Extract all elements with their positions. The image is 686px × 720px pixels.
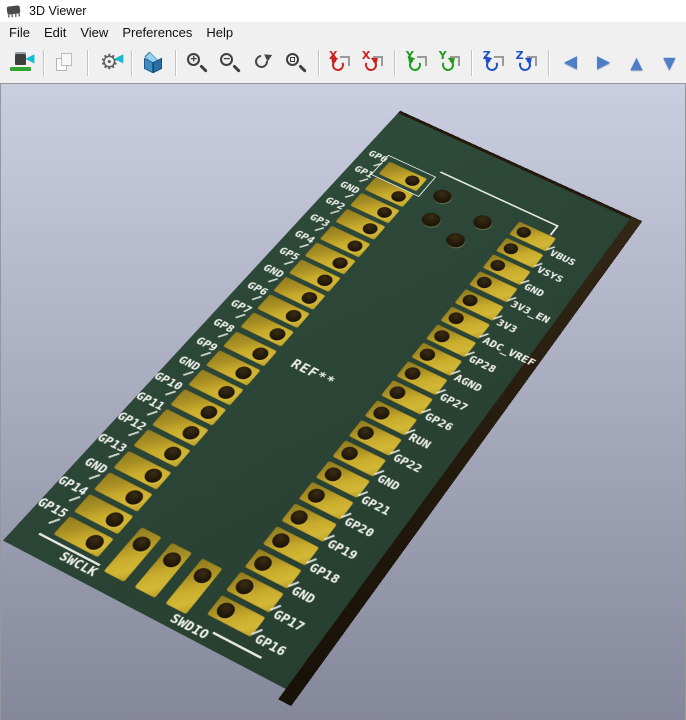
menu-file[interactable]: File	[2, 23, 37, 42]
zoom-fit-icon	[284, 51, 308, 75]
toolbar-button-pan-up[interactable]	[621, 47, 652, 79]
silk-label-vsys: VSYS	[534, 265, 566, 286]
orthographic-cube-icon	[141, 51, 165, 75]
reference-text: REF**	[279, 354, 346, 394]
toolbar-button-zoom-out[interactable]	[215, 47, 246, 79]
pan-down-icon	[657, 51, 681, 75]
silk-label-gnd: GND	[374, 472, 403, 494]
rotate-x-cw-icon	[361, 51, 385, 75]
rotate-x-ccw-icon	[328, 51, 352, 75]
pcb-board: GP0GP1GNDGP2GP3GP4GP5GNDGP6GP7GP8GP9GNDG…	[3, 113, 630, 689]
toolbar-separator	[548, 50, 549, 76]
rotate-z-cw-icon	[515, 51, 539, 75]
mounting-hole-4	[443, 231, 469, 250]
toolbar-separator	[87, 50, 88, 76]
silkscreen-line-top	[440, 171, 559, 226]
toolbar-button-rotate-z-ccw[interactable]	[478, 47, 509, 79]
silk-label-gp19: GP19	[323, 537, 360, 564]
rotate-y-ccw-icon	[405, 51, 429, 75]
silk-label-gp28: GP28	[465, 353, 498, 376]
toolbar-button-pan-down[interactable]	[654, 47, 685, 79]
3d-viewport[interactable]: GP0GP1GNDGP2GP3GP4GP5GNDGP6GP7GP8GP9GNDG…	[0, 83, 686, 720]
silk-label-gp11: GP11	[132, 390, 168, 414]
toolbar-button-rotate-y-cw[interactable]	[434, 47, 465, 79]
pan-left-icon	[559, 51, 583, 75]
silk-label-gnd: GND	[521, 282, 547, 300]
toolbar-button-pan-right[interactable]	[588, 47, 619, 79]
zoom-out-icon	[218, 51, 242, 75]
toolbar-separator	[175, 50, 176, 76]
toolbar-button-zoom-in[interactable]	[182, 47, 213, 79]
pan-up-icon	[624, 51, 648, 75]
silk-label-gp27: GP27	[436, 391, 470, 415]
menu-edit[interactable]: Edit	[37, 23, 73, 42]
silk-label-gp10: GP10	[150, 370, 186, 394]
3d-viewer-window: 3D Viewer File Edit View Preferences Hel…	[0, 0, 686, 720]
rotate-z-ccw-icon	[482, 51, 506, 75]
mounting-hole-3	[470, 213, 495, 232]
toolbar-button-render-options[interactable]	[94, 47, 125, 79]
toolbar-button-pan-left[interactable]	[555, 47, 586, 79]
toolbar-separator	[471, 50, 472, 76]
silk-label-gp13: GP13	[93, 430, 130, 455]
toolbar-button-zoom-fit[interactable]	[281, 47, 312, 79]
silk-label-vbus: VBUS	[547, 248, 578, 269]
toolbar-separator	[394, 50, 395, 76]
silk-label-gp18: GP18	[306, 560, 344, 587]
menu-view[interactable]: View	[73, 23, 115, 42]
copy-image-icon	[53, 51, 77, 75]
board-edge-right	[278, 216, 642, 706]
mounting-hole-2	[418, 210, 444, 229]
menu-preferences[interactable]: Preferences	[115, 23, 199, 42]
toolbar-separator	[318, 50, 319, 76]
toolbar-button-rotate-y-ccw[interactable]	[401, 47, 432, 79]
board-edge-top	[398, 111, 633, 220]
chip-icon-legs	[8, 13, 20, 17]
app-icon	[6, 4, 22, 18]
toolbar-separator	[43, 50, 44, 76]
silk-label-gnd: GND	[288, 583, 319, 607]
toolbar-button-orthographic-cube[interactable]	[138, 47, 169, 79]
silk-label-gp26: GP26	[421, 411, 456, 435]
toolbar-button-rotate-z-cw[interactable]	[511, 47, 542, 79]
silk-label-gp14: GP14	[54, 473, 92, 499]
menu-bar: File Edit View Preferences Help	[0, 22, 686, 42]
silk-label-swdio: SWDIO	[166, 611, 213, 643]
toolbar-button-redraw[interactable]	[248, 47, 279, 79]
silk-label-run: RUN	[405, 431, 433, 452]
toolbar-separator	[131, 50, 132, 76]
rotate-y-cw-icon	[438, 51, 462, 75]
title-bar: 3D Viewer	[0, 0, 686, 22]
mounting-hole-1	[430, 187, 455, 206]
pan-right-icon	[592, 51, 616, 75]
zoom-in-icon	[185, 51, 209, 75]
window-title: 3D Viewer	[29, 4, 86, 18]
silk-label-gp12: GP12	[113, 410, 150, 435]
silk-label-gp20: GP20	[340, 515, 377, 541]
redraw-icon	[251, 51, 275, 75]
silk-label-3v3: 3V3	[494, 317, 520, 336]
silk-label-gp22: GP22	[390, 451, 425, 476]
silk-label-gp21: GP21	[357, 493, 393, 519]
render-options-icon	[97, 51, 121, 75]
toolbar-button-rotate-x-cw[interactable]	[357, 47, 388, 79]
silk-label-gp17: GP17	[269, 607, 308, 635]
menu-help[interactable]: Help	[199, 23, 240, 42]
silk-label-gp15: GP15	[33, 495, 72, 522]
toolbar-button-rotate-x-ccw[interactable]	[325, 47, 356, 79]
reload-board-icon	[9, 51, 33, 75]
silkscreen-line-top-elbow	[550, 225, 559, 235]
toolbar-button-reload-board[interactable]	[6, 47, 37, 79]
silk-label-agnd: AGND	[451, 372, 485, 395]
toolbar	[0, 42, 686, 83]
toolbar-button-copy-image[interactable]	[50, 47, 81, 79]
